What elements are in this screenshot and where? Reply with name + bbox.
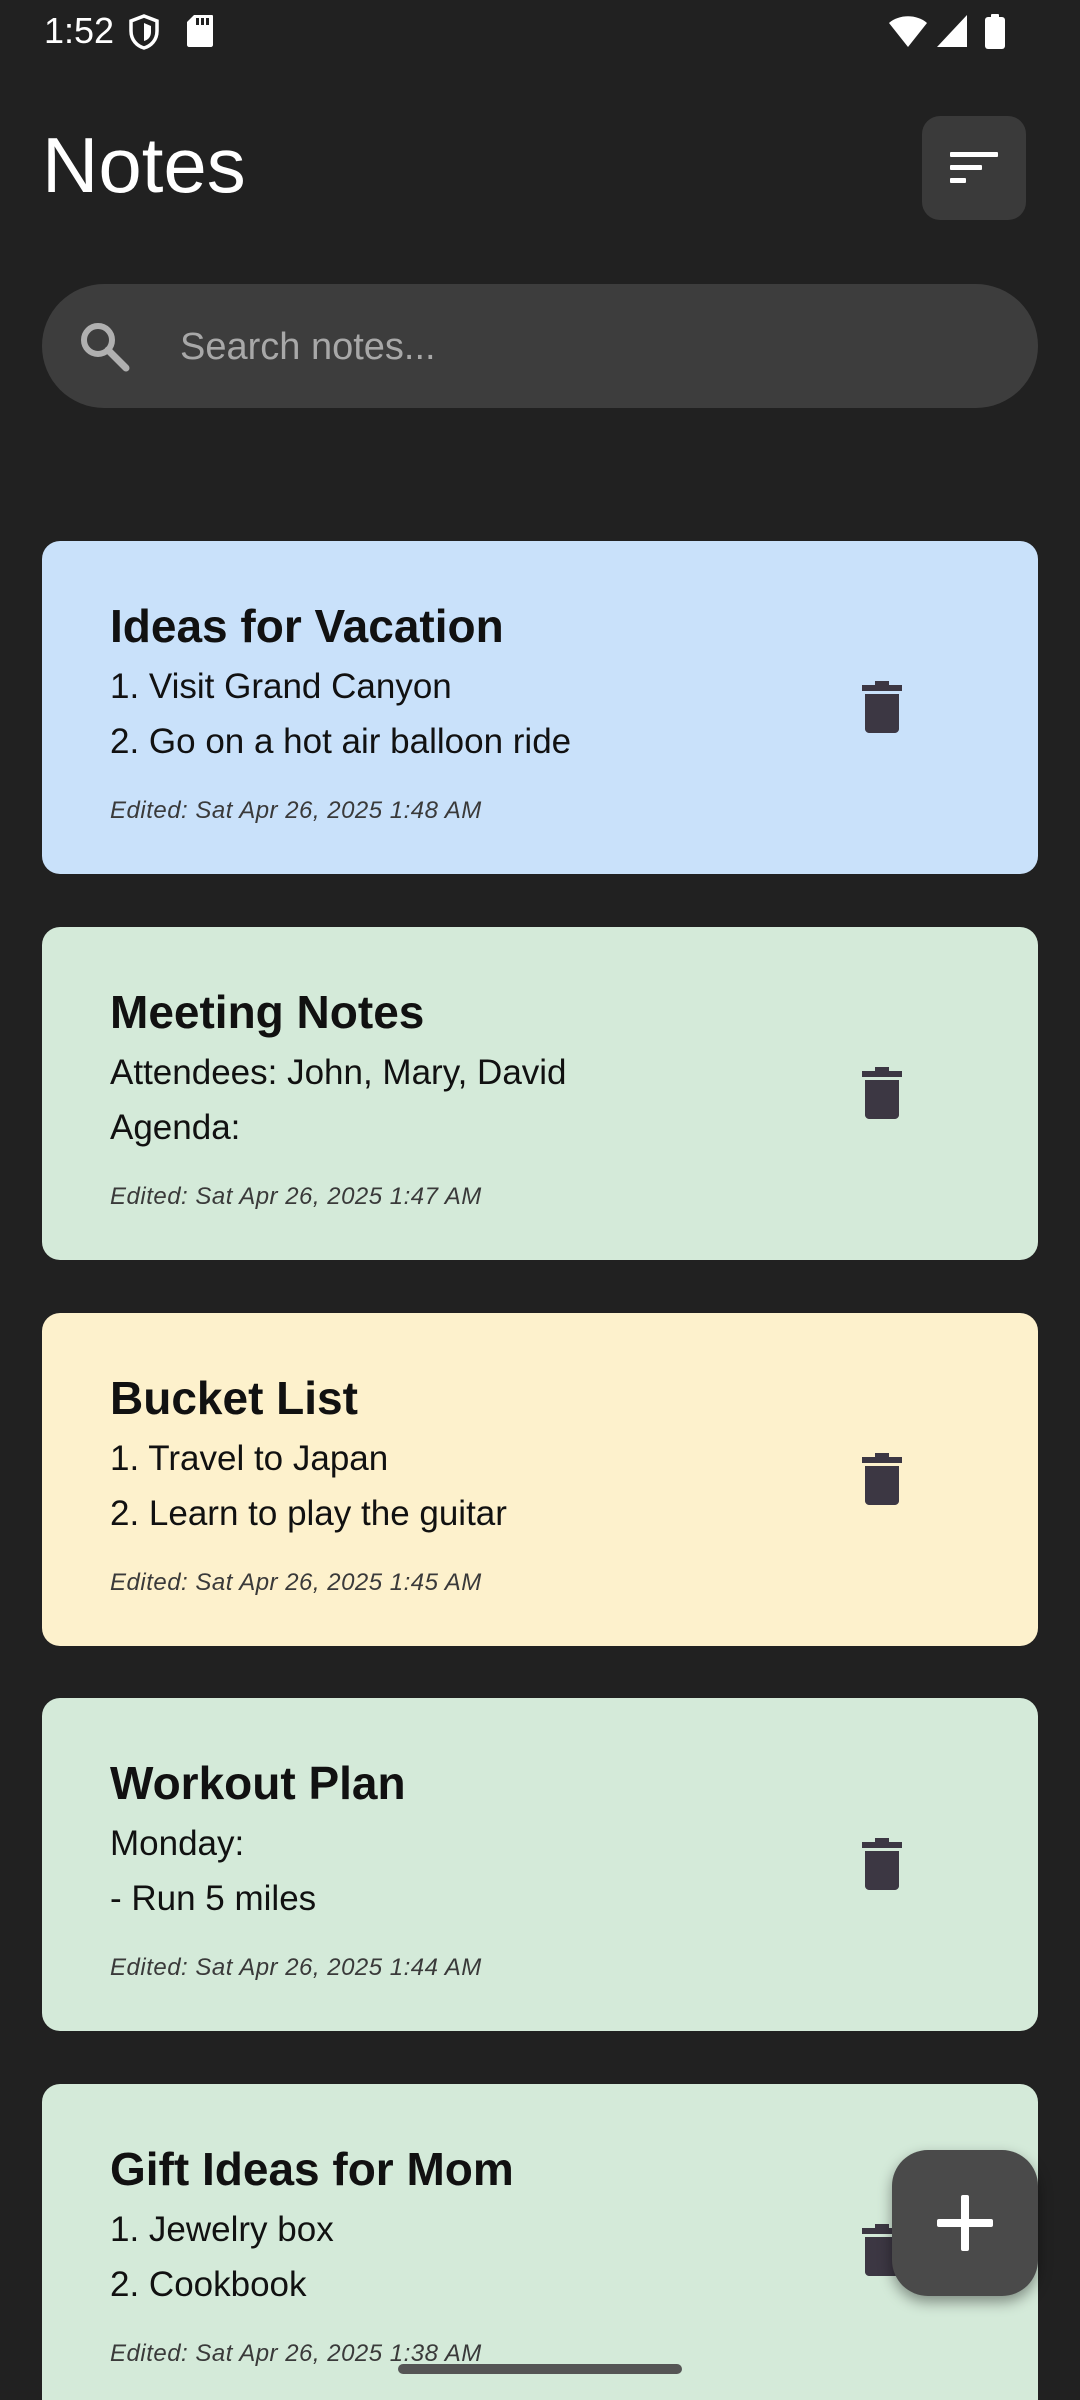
note-preview-line: 2. Learn to play the guitar [110, 1494, 507, 1533]
note-preview-line: 2. Go on a hot air balloon ride [110, 722, 572, 761]
search-icon [78, 320, 132, 379]
note-preview-line: 1. Visit Grand Canyon [110, 667, 452, 706]
note-title: Meeting Notes [110, 986, 425, 1038]
note-card[interactable]: Workout Plan Monday: - Run 5 miles Edite… [42, 1698, 1038, 2031]
search-input[interactable] [178, 312, 1002, 382]
note-title: Ideas for Vacation [110, 600, 504, 652]
note-card[interactable]: Bucket List 1. Travel to Japan 2. Learn … [42, 1313, 1038, 1646]
note-preview-line: Attendees: John, Mary, David [110, 1053, 567, 1092]
add-note-button[interactable] [892, 2150, 1038, 2296]
delete-icon[interactable] [862, 681, 902, 733]
status-time: 1:52 [44, 10, 115, 51]
search-bar[interactable] [42, 284, 1038, 408]
delete-icon[interactable] [862, 1067, 902, 1119]
sort-icon [950, 152, 998, 183]
note-preview-line: 1. Travel to Japan [110, 1439, 389, 1478]
delete-icon[interactable] [862, 1838, 902, 1890]
note-preview-line: Monday: [110, 1824, 245, 1863]
note-card[interactable]: Ideas for Vacation 1. Visit Grand Canyon… [42, 541, 1038, 874]
note-title: Bucket List [110, 1372, 358, 1424]
note-card[interactable]: Meeting Notes Attendees: John, Mary, Dav… [42, 927, 1038, 1260]
status-bar: 1:52 [0, 0, 1080, 64]
note-preview-line: 2. Cookbook [110, 2265, 307, 2304]
note-preview-line: - Run 5 miles [110, 1879, 317, 1918]
note-title: Gift Ideas for Mom [110, 2143, 514, 2195]
plus-icon [937, 2195, 993, 2251]
note-preview-line: Agenda: [110, 1108, 241, 1147]
note-card[interactable]: Gift Ideas for Mom 1. Jewelry box 2. Coo… [42, 2084, 1038, 2400]
home-indicator[interactable] [398, 2364, 682, 2374]
note-edited-timestamp: Edited: Sat Apr 26, 2025 1:47 AM [110, 1183, 482, 1210]
page-title: Notes [42, 121, 246, 209]
wifi-icon [888, 14, 928, 53]
note-edited-timestamp: Edited: Sat Apr 26, 2025 1:48 AM [110, 797, 482, 824]
note-edited-timestamp: Edited: Sat Apr 26, 2025 1:44 AM [110, 1954, 482, 1981]
note-preview-line: 1. Jewelry box [110, 2210, 334, 2249]
note-title: Workout Plan [110, 1757, 406, 1809]
note-edited-timestamp: Edited: Sat Apr 26, 2025 1:45 AM [110, 1569, 482, 1596]
sort-button[interactable] [922, 116, 1026, 220]
sd-card-icon [186, 14, 214, 53]
battery-icon [984, 14, 1006, 55]
delete-icon[interactable] [862, 1453, 902, 1505]
notes-screen: 1:52 Notes Search notes... Ideas for Vac… [0, 0, 1080, 2400]
signal-icon [936, 14, 968, 53]
shield-icon [128, 14, 160, 55]
